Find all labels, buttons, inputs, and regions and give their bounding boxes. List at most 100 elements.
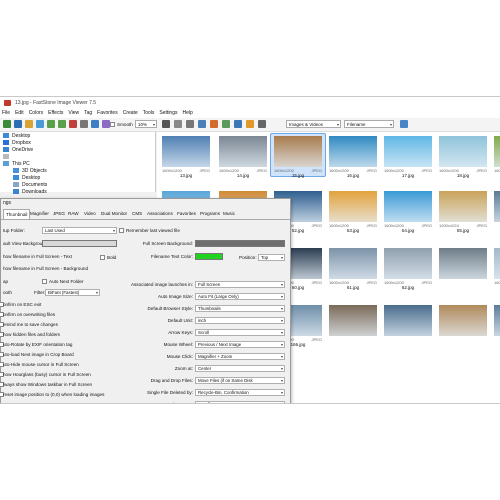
bold-checkbox[interactable] xyxy=(100,255,105,260)
tree-item-user[interactable] xyxy=(3,154,12,161)
view-mode-icon[interactable] xyxy=(400,120,408,128)
startup-folder-select[interactable]: Last Used xyxy=(42,227,117,234)
thumbnail-image xyxy=(439,305,487,336)
print-icon[interactable] xyxy=(80,120,88,128)
compare-icon[interactable] xyxy=(234,120,242,128)
setting-select[interactable]: Full Screen xyxy=(195,281,285,288)
setting-select[interactable]: Auto Fit (Large Only) xyxy=(195,293,285,300)
tab-dual-monitor[interactable]: Dual Monitor xyxy=(101,211,127,216)
thumbnail-item[interactable]: 1600x1200 JPEG 53.jpg xyxy=(326,189,380,233)
menu-view[interactable]: View xyxy=(66,109,82,116)
menu-settings[interactable]: Settings xyxy=(157,109,180,116)
thumbnail-item[interactable] xyxy=(381,303,435,345)
setting-select[interactable]: Recycle-Bin, Confirmation xyxy=(195,389,285,396)
menu-tag[interactable]: Tag xyxy=(82,109,95,116)
sort-select[interactable]: Filename xyxy=(344,120,394,129)
open-icon[interactable] xyxy=(3,120,11,128)
zoom-icon[interactable] xyxy=(102,120,110,128)
resize-icon[interactable] xyxy=(198,120,206,128)
thumbnail-image xyxy=(439,191,487,222)
slideshow-icon[interactable] xyxy=(222,120,230,128)
thumbnail-item[interactable]: 1600x1200 JPEG 13.jpg xyxy=(159,134,213,178)
flip-icon[interactable] xyxy=(174,120,182,128)
tree-item-dropbox[interactable]: Dropbox xyxy=(3,140,31,147)
filename-color-swatch[interactable] xyxy=(195,253,223,260)
setting-select[interactable]: Center xyxy=(195,365,285,372)
tab-music[interactable]: Music xyxy=(223,211,235,216)
file-filter-select[interactable]: Images & Videos xyxy=(286,120,341,129)
folder-tree: Desktop Dropbox OneDrive This PC 3D Obje… xyxy=(0,132,156,195)
thumbnail-item[interactable]: 1600x1200 JPEG 61.jpg xyxy=(326,246,380,290)
tree-item-onedrive[interactable]: OneDrive xyxy=(3,147,33,154)
setting-select[interactable]: Previous / Next Image xyxy=(195,341,285,348)
smooth-checkbox[interactable] xyxy=(110,122,115,127)
menu-effects[interactable]: Effects xyxy=(46,109,66,116)
tab-video[interactable]: Video xyxy=(84,211,96,216)
back-icon[interactable] xyxy=(47,120,55,128)
menu-favorites[interactable]: Favorites xyxy=(95,109,121,116)
filter-select[interactable]: BiFant (Fastest) xyxy=(45,289,100,296)
thumbnail-item[interactable]: 1600x1200 JPEG 18.jpg xyxy=(436,134,490,178)
tree-item-this-pc[interactable]: This PC xyxy=(3,161,30,168)
thumbnail-item[interactable] xyxy=(491,303,500,345)
position-select[interactable]: Top xyxy=(258,254,285,261)
folder-icon[interactable] xyxy=(25,120,33,128)
tab-cms[interactable]: CMS xyxy=(132,211,142,216)
menu-edit[interactable]: Edit xyxy=(13,109,27,116)
crop-icon[interactable] xyxy=(186,120,194,128)
tab-programs[interactable]: Programs xyxy=(200,211,220,216)
thumbnail-item[interactable]: 1600x1200 JPEG 14.jpg xyxy=(216,134,270,178)
thumbnail-image xyxy=(494,305,500,336)
color-icon[interactable] xyxy=(210,120,218,128)
thumbnail-item[interactable]: 1600x1200 JPEG 15.jpg xyxy=(270,133,326,178)
setting-select[interactable]: Thumbnails xyxy=(195,305,285,312)
thumbnail-item[interactable]: 1600x1200JPEG19.jpg xyxy=(491,134,500,176)
tab-jpeg[interactable]: JPEG xyxy=(53,211,65,216)
tree-item-3d-objects[interactable]: 3D Objects xyxy=(13,168,47,175)
tree-item-documents[interactable]: Documents xyxy=(13,182,47,189)
menu-colors[interactable]: Colors xyxy=(27,109,46,116)
tab-magnifier[interactable]: Magnifier xyxy=(30,211,49,216)
setting-select[interactable]: No Effect xyxy=(195,401,285,403)
thumbnail-item[interactable]: 1600x1200JPEG xyxy=(491,246,500,288)
menu-create[interactable]: Create xyxy=(121,109,141,116)
full-screen-bg-swatch[interactable] xyxy=(195,240,285,247)
thumbnail-item[interactable]: 1200x1024 JPEG 55.jpg xyxy=(436,189,490,233)
tab-thumbnail[interactable]: Thumbnail xyxy=(3,209,31,219)
menu-help[interactable]: Help xyxy=(181,109,196,116)
auto-next-folder-checkbox[interactable] xyxy=(42,279,47,284)
tab-favorites[interactable]: Favorites xyxy=(177,211,196,216)
setting-select[interactable]: Magnifier + Zoom xyxy=(195,353,285,360)
setting-select[interactable]: inch xyxy=(195,317,285,324)
thumbnail-item[interactable]: 1600x1200 JPEG 16.jpg xyxy=(326,134,380,178)
tree-item-desktop-2[interactable]: Desktop xyxy=(13,175,40,182)
refresh-icon[interactable] xyxy=(69,120,77,128)
thumbnail-item[interactable]: 1600x1200 JPEG 62.jpg xyxy=(381,246,435,290)
thumbnail-item[interactable] xyxy=(491,189,500,231)
menu-file[interactable]: File xyxy=(0,109,13,116)
thumbnail-item[interactable] xyxy=(436,246,490,288)
acquire-icon[interactable] xyxy=(36,120,44,128)
save-icon[interactable] xyxy=(14,120,22,128)
default-view-bg-swatch[interactable] xyxy=(42,240,117,247)
tree-item-downloads[interactable]: Downloads xyxy=(13,189,47,196)
settings-icon[interactable] xyxy=(258,120,266,128)
option-label: uto-Rotate by EXIF orientation tag xyxy=(3,342,73,347)
email-icon[interactable] xyxy=(91,120,99,128)
remember-last-file-checkbox[interactable] xyxy=(119,228,124,233)
tab-raw[interactable]: RAW xyxy=(68,211,79,216)
thumbnail-item[interactable] xyxy=(436,303,490,345)
tag-icon[interactable] xyxy=(246,120,254,128)
setting-select[interactable]: Move Files (if on Same Disk xyxy=(195,377,285,384)
thumbnail-item[interactable]: 1600x1200 JPEG 54.jpg xyxy=(381,189,435,233)
thumbnail-item[interactable] xyxy=(326,303,380,345)
zoom-select[interactable]: 10% xyxy=(135,120,157,129)
setting-select[interactable]: Scroll xyxy=(195,329,285,336)
rotate-icon[interactable] xyxy=(162,120,170,128)
thumbnail-item[interactable]: 1600x1200 JPEG 17.jpg xyxy=(381,134,435,178)
forward-icon[interactable] xyxy=(58,120,66,128)
menu-tools[interactable]: Tools xyxy=(141,109,158,116)
tree-item-desktop[interactable]: Desktop xyxy=(3,133,30,140)
tab-associations[interactable]: Associations xyxy=(147,211,173,216)
desktop-icon xyxy=(3,133,9,139)
